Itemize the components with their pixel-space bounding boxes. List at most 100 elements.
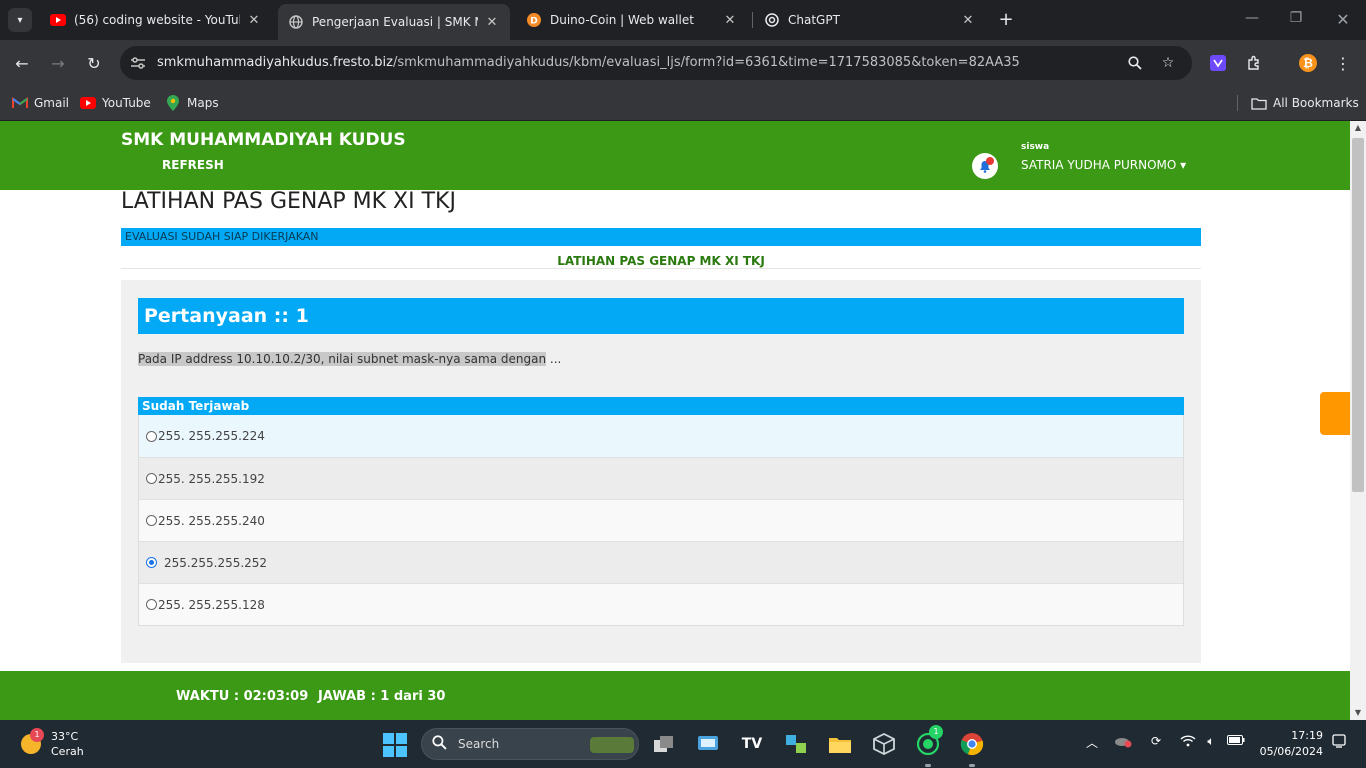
close-tab-icon[interactable]: ✕ [246, 13, 262, 28]
tab-duino-coin[interactable]: D Duino-Coin | Web wallet ✕ [516, 6, 748, 34]
search-placeholder: Search [458, 737, 500, 751]
browser-menu-icon[interactable]: ⋮ [1333, 53, 1353, 73]
virtualbox-icon[interactable] [871, 731, 897, 757]
answer-option[interactable]: 255. 255.255.240 [139, 499, 1183, 541]
notification-bell-icon[interactable] [972, 153, 998, 179]
site-header: SMK MUHAMMADIYAH KUDUS REFRESH siswa SAT… [0, 121, 1350, 190]
timer: WAKTU : 02:03:09 [176, 689, 309, 704]
youtube-icon [50, 12, 66, 28]
divider [121, 268, 1201, 269]
forward-icon[interactable]: → [46, 51, 70, 75]
weather-condition: Cerah [51, 745, 84, 758]
answered-progress: JAWAB : 1 dari 30 [318, 689, 446, 704]
tab-title: (56) coding website - YouTube [74, 13, 240, 27]
question-highlight: Pada IP address 10.10.10.2/30, nilai sub… [138, 352, 547, 366]
back-icon[interactable]: ← [10, 51, 34, 75]
whatsapp-icon[interactable]: 1 [915, 725, 943, 757]
question-navigator-tab[interactable] [1320, 392, 1350, 435]
youtube-icon [80, 96, 96, 110]
gmail-icon [12, 96, 28, 110]
radio-button[interactable] [146, 473, 157, 484]
close-window-icon[interactable]: ✕ [1333, 10, 1353, 29]
page-title: LATIHAN PAS GENAP MK XI TKJ [121, 189, 456, 214]
page-scrollbar[interactable]: ▲ ▼ [1350, 121, 1366, 720]
notification-center-icon[interactable] [1329, 734, 1349, 751]
sync-icon[interactable]: ⟳ [1146, 734, 1166, 748]
network-share-icon[interactable] [783, 731, 809, 757]
zoom-icon[interactable] [1126, 54, 1144, 72]
clock-date: 05/06/2024 [1259, 745, 1323, 758]
proton-vpn-icon[interactable] [1208, 53, 1228, 73]
wifi-icon[interactable] [1178, 734, 1198, 750]
bookmark-youtube[interactable]: YouTube [80, 93, 151, 113]
minimize-icon[interactable]: — [1242, 10, 1262, 26]
user-menu-dropdown[interactable]: SATRIA YUDHA PURNOMO ▾ [1021, 158, 1186, 172]
answer-option-label: 255. 255.255.224 [158, 429, 265, 443]
search-icon [432, 735, 447, 754]
extensions-icon[interactable] [1244, 53, 1264, 73]
question-card: Pertanyaan :: 1 Pada IP address 10.10.10… [121, 280, 1201, 663]
temperature: 33°C [51, 730, 79, 743]
reload-icon[interactable]: ↻ [82, 51, 106, 75]
system-clock[interactable]: 17:19 05/06/2024 [1257, 728, 1323, 760]
svg-text:D: D [530, 17, 537, 27]
answer-option[interactable]: 255. 255.255.128 [139, 583, 1183, 625]
exam-subtitle: LATIHAN PAS GENAP MK XI TKJ [557, 254, 765, 268]
tab-chatgpt[interactable]: ChatGPT ✕ [754, 6, 986, 34]
show-hidden-icons-icon[interactable]: ︿ [1082, 734, 1102, 751]
scroll-up-arrow-icon[interactable]: ▲ [1350, 121, 1366, 135]
bookmark-label: Maps [187, 96, 219, 110]
bookmarks-bar: Gmail YouTube Maps All Bookmarks [0, 86, 1366, 121]
address-bar[interactable]: smkmuhammadiyahkudus.fresto.biz/smkmuham… [120, 46, 1192, 80]
close-tab-icon[interactable]: ✕ [484, 15, 500, 30]
whatsapp-badge: 1 [929, 725, 943, 739]
answer-option-selected[interactable]: 255.255.255.252 [139, 541, 1183, 583]
task-view-icon[interactable] [651, 731, 677, 757]
radio-button-checked[interactable] [146, 557, 157, 568]
radio-button[interactable] [146, 515, 157, 526]
weather-badge: 1 [30, 728, 44, 742]
new-tab-icon[interactable]: + [996, 10, 1016, 30]
all-bookmarks-label: All Bookmarks [1273, 96, 1359, 110]
question-header: Pertanyaan :: 1 [138, 298, 1184, 334]
bookmark-gmail[interactable]: Gmail [12, 93, 69, 113]
scroll-down-arrow-icon[interactable]: ▼ [1350, 706, 1366, 720]
scroll-thumb[interactable] [1352, 138, 1364, 492]
clock-time: 17:19 [1291, 729, 1323, 742]
tab-youtube[interactable]: (56) coding website - YouTube ✕ [40, 6, 272, 34]
windows-start-icon[interactable] [383, 733, 407, 757]
close-tab-icon[interactable]: ✕ [960, 13, 976, 28]
status-banner: EVALUASI SUDAH SIAP DIKERJAKAN [121, 228, 1201, 246]
tab-search-icon[interactable]: ▾ [8, 8, 32, 32]
refresh-link[interactable]: REFRESH [162, 158, 224, 172]
remote-desktop-icon[interactable] [695, 731, 721, 757]
url-text[interactable]: smkmuhammadiyahkudus.fresto.biz/smkmuham… [157, 55, 1020, 70]
tab-title: ChatGPT [788, 13, 840, 27]
weather-widget[interactable]: 1 33°C Cerah [18, 728, 108, 760]
close-tab-icon[interactable]: ✕ [722, 13, 738, 28]
file-explorer-icon[interactable] [827, 731, 853, 757]
tab-evaluasi[interactable]: Pengerjaan Evaluasi | SMK MUH ✕ [278, 4, 510, 40]
battery-icon[interactable] [1226, 734, 1246, 748]
volume-icon[interactable]: 🔈︎ [1201, 734, 1221, 749]
radio-button[interactable] [146, 430, 157, 442]
chrome-icon[interactable] [959, 731, 985, 757]
taskbar-search[interactable]: Search [421, 728, 639, 760]
question-ellipsis: ... [546, 352, 562, 366]
bitcoin-extension-icon[interactable]: ₿ [1298, 53, 1318, 73]
chatgpt-icon [764, 12, 780, 28]
tradingview-icon[interactable]: TV [739, 731, 765, 757]
bookmark-maps[interactable]: Maps [165, 93, 219, 113]
globe-icon [288, 14, 304, 30]
site-info-icon[interactable] [128, 53, 148, 73]
radio-button[interactable] [146, 599, 157, 610]
tab-title: Pengerjaan Evaluasi | SMK MUH [312, 15, 478, 29]
all-bookmarks[interactable]: All Bookmarks [1251, 93, 1359, 113]
answer-option[interactable]: 255. 255.255.224 [139, 415, 1183, 457]
school-name[interactable]: SMK MUHAMMADIYAH KUDUS [121, 130, 406, 150]
bookmark-star-icon[interactable]: ☆ [1159, 54, 1177, 72]
exam-footer: WAKTU : 02:03:09 JAWAB : 1 dari 30 [0, 671, 1350, 720]
onedrive-error-icon[interactable] [1113, 734, 1133, 751]
restore-icon[interactable]: ❐ [1286, 10, 1306, 26]
answer-option[interactable]: 255. 255.255.192 [139, 457, 1183, 499]
